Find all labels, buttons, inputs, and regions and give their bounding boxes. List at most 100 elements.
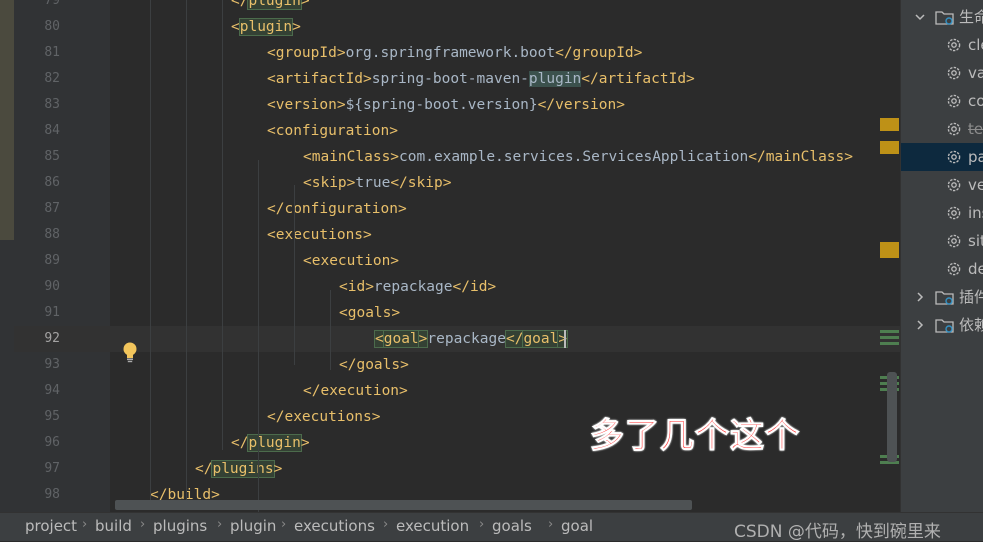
breadcrumb-item[interactable]: goal bbox=[561, 517, 593, 535]
code-token: plugins bbox=[211, 460, 275, 478]
code-token: <version> bbox=[267, 97, 346, 113]
maven-node-label: 插件 bbox=[959, 288, 983, 306]
code-token: </id> bbox=[452, 279, 497, 295]
maven-goal-node[interactable]: deploy bbox=[901, 255, 983, 283]
breadcrumb-item[interactable]: goals bbox=[492, 517, 532, 535]
maven-node-label: test bbox=[968, 120, 983, 138]
code-line[interactable]: </plugins> bbox=[110, 456, 900, 482]
breadcrumb: CSDN @代码，快到碗里来 project › build › plugins › plu… bbox=[0, 512, 983, 542]
maven-tool-window: 生命周期 clean validate compile test package verif… bbox=[900, 0, 983, 512]
code-line[interactable]: <version>${spring-boot.version}</version… bbox=[110, 92, 900, 118]
breadcrumb-separator: › bbox=[82, 517, 88, 532]
code-token: <mainClass> bbox=[303, 149, 400, 165]
breadcrumb-item[interactable]: plugins bbox=[153, 517, 207, 535]
code-token: repackage bbox=[427, 331, 506, 347]
left-strip-indicator bbox=[0, 0, 14, 240]
breadcrumb-separator: › bbox=[479, 517, 485, 532]
maven-node-label: site bbox=[968, 232, 983, 250]
code-token: plugin bbox=[247, 434, 302, 452]
code-line[interactable]: <goals> bbox=[110, 300, 900, 326]
change-marker[interactable] bbox=[880, 330, 899, 333]
code-line[interactable]: <id>repackage</id> bbox=[110, 274, 900, 300]
code-token: <id> bbox=[339, 279, 374, 295]
code-token: plugin bbox=[238, 18, 294, 36]
code-line[interactable]: <artifactId>spring-boot-maven-plugin</ar… bbox=[110, 66, 900, 92]
code-text: <artifactId>spring-boot-maven-plugin</ar… bbox=[267, 66, 695, 92]
code-text: </plugin> bbox=[231, 0, 310, 14]
breadcrumb-item[interactable]: build bbox=[95, 517, 132, 535]
horizontal-scrollbar[interactable] bbox=[115, 500, 692, 510]
code-line[interactable]: </configuration> bbox=[110, 196, 900, 222]
code-line[interactable]: <configuration> bbox=[110, 118, 900, 144]
maven-folder-node[interactable]: 生命周期 bbox=[901, 3, 983, 31]
code-text: </plugins> bbox=[195, 456, 282, 482]
breadcrumb-separator: › bbox=[281, 517, 287, 532]
maven-goal-node[interactable]: install bbox=[901, 199, 983, 227]
code-token: </groupId> bbox=[555, 45, 643, 61]
gear-icon bbox=[947, 38, 961, 52]
maven-node-label: package bbox=[968, 148, 983, 166]
maven-node-label: verify bbox=[968, 176, 983, 194]
code-line[interactable]: <executions> bbox=[110, 222, 900, 248]
code-token: <skip> bbox=[303, 175, 356, 191]
indent-guide bbox=[186, 0, 187, 500]
code-token: spring-boot-maven- bbox=[371, 71, 529, 87]
warning-marker[interactable] bbox=[880, 118, 899, 131]
maven-goal-node[interactable]: clean bbox=[901, 31, 983, 59]
maven-folder-node[interactable]: 依赖项 bbox=[901, 311, 983, 339]
warning-marker[interactable] bbox=[880, 141, 899, 154]
line-number: 88 bbox=[44, 227, 60, 242]
breadcrumb-item[interactable]: executions bbox=[294, 517, 375, 535]
code-line[interactable]: </plugin> bbox=[110, 0, 900, 14]
chevron-right-icon[interactable] bbox=[915, 320, 925, 330]
line-number: 81 bbox=[44, 45, 60, 60]
indent-guide bbox=[222, 0, 223, 450]
lightbulb-icon[interactable] bbox=[121, 341, 139, 363]
code-line[interactable]: <mainClass>com.example.services.Services… bbox=[110, 144, 900, 170]
change-marker[interactable] bbox=[880, 342, 899, 345]
code-text: <version>${spring-boot.version}</version… bbox=[267, 92, 625, 118]
code-text: <execution> bbox=[303, 248, 399, 274]
code-token: > bbox=[273, 461, 283, 477]
change-marker[interactable] bbox=[880, 336, 899, 339]
indent-guide bbox=[330, 290, 331, 370]
maven-goal-node[interactable]: compile bbox=[901, 87, 983, 115]
maven-goal-node[interactable]: validate bbox=[901, 59, 983, 87]
gear-icon bbox=[947, 122, 961, 136]
breadcrumb-separator: › bbox=[383, 517, 389, 532]
line-number: 98 bbox=[44, 487, 60, 502]
line-number: 93 bbox=[44, 357, 60, 372]
maven-goal-node[interactable]: package bbox=[901, 143, 983, 171]
warning-marker[interactable] bbox=[880, 242, 899, 258]
maven-goal-node[interactable]: site bbox=[901, 227, 983, 255]
code-line[interactable]: <plugin> bbox=[110, 14, 900, 40]
line-number: 79 bbox=[44, 0, 60, 8]
code-token: goal bbox=[522, 330, 560, 348]
code-token: </mainClass> bbox=[748, 149, 853, 165]
code-text: </executions> bbox=[267, 404, 381, 430]
code-line[interactable]: <groupId>org.springframework.boot</group… bbox=[110, 40, 900, 66]
code-token: <executions> bbox=[267, 227, 372, 243]
gear-icon bbox=[947, 206, 961, 220]
maven-goal-node[interactable]: test bbox=[901, 115, 983, 143]
line-number: 82 bbox=[44, 71, 60, 86]
code-text: </plugin> bbox=[231, 430, 310, 456]
breadcrumb-item[interactable]: plugin bbox=[230, 517, 276, 535]
folder-gear-icon bbox=[935, 291, 954, 305]
breadcrumb-item[interactable]: execution bbox=[396, 517, 469, 535]
gear-icon bbox=[947, 262, 961, 276]
chevron-right-icon[interactable] bbox=[915, 292, 925, 302]
code-line[interactable]: <execution> bbox=[110, 248, 900, 274]
code-token: ${spring-boot.version} bbox=[345, 97, 538, 113]
code-line[interactable]: <goal>repackage</goal> bbox=[110, 326, 900, 352]
code-token: plugin bbox=[247, 0, 302, 10]
chevron-down-icon[interactable] bbox=[915, 12, 925, 22]
vertical-scrollbar[interactable] bbox=[887, 372, 897, 462]
code-line[interactable]: </execution> bbox=[110, 378, 900, 404]
code-line[interactable]: <skip>true</skip> bbox=[110, 170, 900, 196]
code-line[interactable]: </goals> bbox=[110, 352, 900, 378]
line-number: 83 bbox=[44, 97, 60, 112]
maven-folder-node[interactable]: 插件 bbox=[901, 283, 983, 311]
breadcrumb-item[interactable]: project bbox=[25, 517, 77, 535]
maven-goal-node[interactable]: verify bbox=[901, 171, 983, 199]
